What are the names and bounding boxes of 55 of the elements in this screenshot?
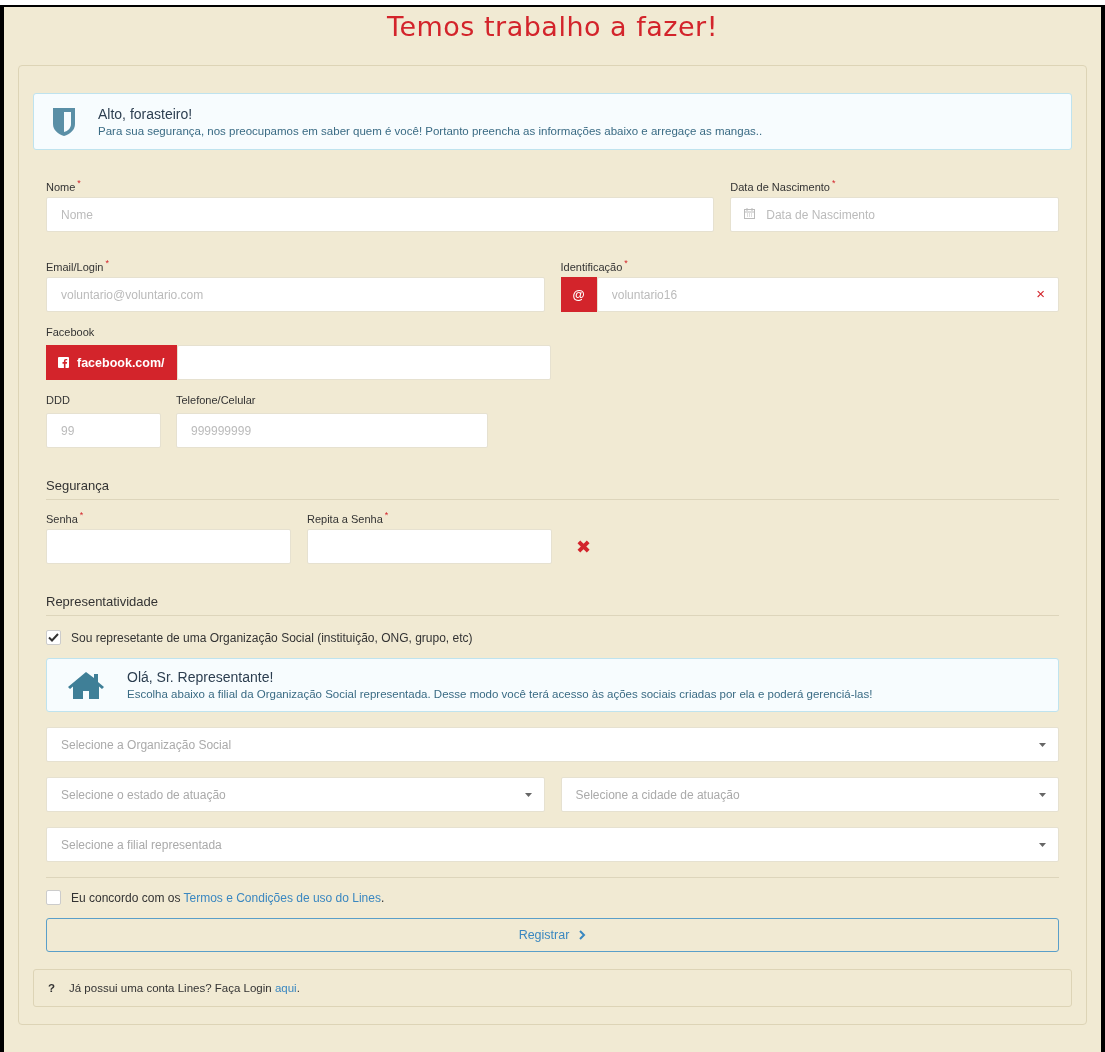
alert-title: Olá, Sr. Representante! bbox=[127, 669, 275, 685]
facebook-icon bbox=[58, 357, 69, 368]
select-field[interactable]: Selecione a cidade de atuação bbox=[560, 777, 1059, 812]
caret-icon bbox=[524, 792, 532, 797]
checkbox-label: Sou represetante de uma Organização Social (instituição, ONG, grupo, etc) bbox=[71, 630, 473, 645]
checkbox[interactable] bbox=[46, 890, 61, 905]
required-mark: * bbox=[384, 510, 389, 520]
question-mark: ? bbox=[48, 982, 56, 994]
required-mark: * bbox=[105, 258, 109, 268]
required-mark: * bbox=[79, 510, 84, 520]
password-field[interactable] bbox=[46, 529, 291, 564]
field-label: Nome bbox=[46, 180, 76, 193]
select-field[interactable]: Selecione o estado de atuação bbox=[46, 777, 545, 812]
shield-icon bbox=[52, 106, 76, 137]
register-button[interactable]: Registrar bbox=[46, 918, 1059, 952]
input-field[interactable]: 999999999 bbox=[176, 413, 488, 448]
input-field[interactable]: voluntario@voluntario.com bbox=[46, 277, 545, 312]
field-label: DDD bbox=[46, 394, 70, 406]
login-link[interactable]: aqui bbox=[274, 982, 297, 994]
terms-link[interactable]: Termos e Condições de uso do Lines bbox=[183, 890, 381, 905]
caret-icon bbox=[1039, 792, 1046, 797]
section-heading: Segurança bbox=[46, 478, 1059, 500]
field-label: Telefone/Celular bbox=[176, 394, 256, 406]
section-heading: Representatividade bbox=[46, 594, 1059, 616]
alert-text: Para sua segurança, nos preocupamos em saber quem é você! Portanto preencha as informações abaixo e arregaçe as mangas.. bbox=[98, 125, 763, 137]
required-mark: * bbox=[831, 178, 836, 188]
alert-title: Alto, forasteiro! bbox=[98, 106, 194, 122]
clear-button[interactable]: × bbox=[1036, 286, 1045, 301]
house-icon bbox=[67, 669, 105, 700]
at-sign-label: @ bbox=[560, 277, 597, 312]
facebook-prefix: facebook.com/ bbox=[46, 345, 177, 380]
caret-icon bbox=[1039, 742, 1046, 747]
required-mark: * bbox=[77, 178, 81, 188]
input-field[interactable] bbox=[176, 345, 551, 380]
select-field[interactable]: Selecione a Organização Social bbox=[46, 727, 1059, 762]
error-mark: ✖ bbox=[576, 536, 591, 558]
caret-icon bbox=[1039, 842, 1046, 847]
select-field[interactable]: Selecione a filial representada bbox=[46, 827, 1059, 862]
page-title: Temos trabalho a fazer! bbox=[386, 10, 719, 44]
checkbox[interactable] bbox=[46, 630, 61, 645]
password-field[interactable] bbox=[307, 529, 552, 564]
field-label: Senha bbox=[46, 512, 78, 525]
field-label: Repita a Senha bbox=[307, 512, 383, 525]
field-label: Email/Login bbox=[46, 260, 104, 273]
field-label: Facebook bbox=[46, 326, 95, 338]
field-label: Data de Nascimento bbox=[730, 180, 830, 193]
input-field[interactable]: 99 bbox=[46, 413, 161, 448]
date-field[interactable]: Data de Nascimento bbox=[730, 197, 1059, 232]
login-text: Já possui uma conta Lines? Faça Login aqui. bbox=[69, 982, 300, 994]
field-label: Identificação bbox=[560, 260, 623, 273]
chevron-right-icon bbox=[579, 930, 587, 940]
terms-text: Eu concordo com os Termos e Condições de uso do Lines. bbox=[71, 890, 385, 905]
input-field[interactable]: Nome bbox=[46, 197, 715, 232]
alert-text: Escolha abaixo a filial da Organização Social representada. Desse modo você terá acesso às ações sociais criadas por ela e poderá gerenciá-las! bbox=[127, 688, 873, 700]
required-mark: * bbox=[624, 258, 628, 268]
